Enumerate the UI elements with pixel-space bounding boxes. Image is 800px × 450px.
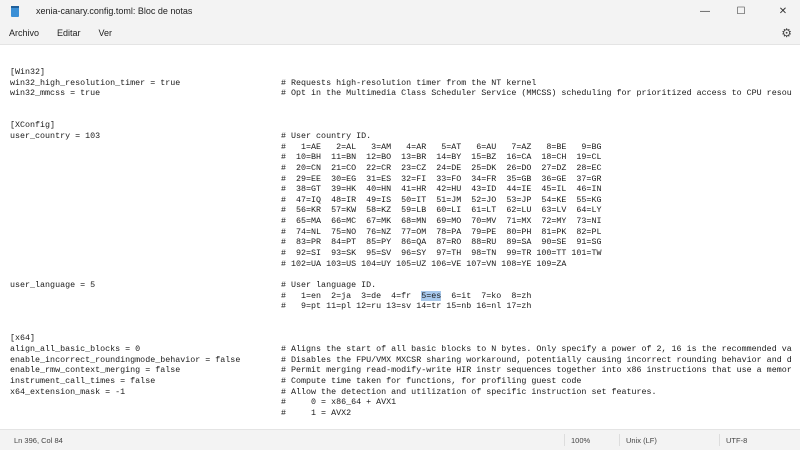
encoding: UTF-8 xyxy=(726,436,748,445)
section-header: [XConfig] xyxy=(10,120,800,131)
country-codes: # 47=IQ 48=IR 49=IS 50=IT 51=JM 52=JO 53… xyxy=(281,194,602,205)
config-comment: # Compute time taken for functions, for … xyxy=(281,375,582,386)
language-codes: # 9=pt 11=pl 12=ru 13=sv 14=tr 15=nb 16=… xyxy=(281,301,532,312)
divider xyxy=(619,434,620,446)
gear-icon[interactable]: ⚙ xyxy=(781,26,792,40)
divider xyxy=(564,434,565,446)
language-codes: # 1=en 2=ja 3=de 4=fr 5=es 6=it 7=ko 8=z… xyxy=(281,290,532,302)
section-header: [Win32] xyxy=(10,67,800,78)
country-row: # 20=CN 21=CO 22=CR 23=CZ 24=DE 25=DK 26… xyxy=(10,163,800,174)
country-codes: # 1=AE 2=AL 3=AM 4=AR 5=AT 6=AU 7=AZ 8=B… xyxy=(281,141,602,152)
country-row: # 74=NL 75=NO 76=NZ 77=OM 78=PA 79=PE 80… xyxy=(10,227,800,238)
cursor-position: Ln 396, Col 84 xyxy=(14,436,63,445)
config-line: x64_extension_mask = -1 # Allow the detec… xyxy=(10,387,800,398)
text-editor[interactable]: [Win32] win32_high_resolution_timer = tru… xyxy=(0,45,800,429)
country-row: # 83=PR 84=PT 85=PY 86=QA 87=RO 88=RU 89… xyxy=(10,237,800,248)
country-row: # 1=AE 2=AL 3=AM 4=AR 5=AT 6=AU 7=AZ 8=B… xyxy=(10,142,800,153)
country-row: # 47=IQ 48=IR 49=IS 50=IT 51=JM 52=JO 53… xyxy=(10,195,800,206)
config-key: user_language = 5 xyxy=(10,280,96,290)
config-comment: # Permit merging read-modify-write HIR i… xyxy=(281,365,792,376)
config-key: win32_mmcss = true xyxy=(10,88,101,99)
language-codes-text: # 1=en 2=ja 3=de 4=fr xyxy=(281,290,422,301)
config-comment: # Allow the detection and utilization of… xyxy=(281,386,657,397)
config-key: instrument_call_times = false xyxy=(10,375,156,386)
config-key: enable_rmw_context_merging = false xyxy=(10,365,181,376)
selected-text: 5=es xyxy=(421,290,442,301)
config-comment: # Aligns the start of all basic blocks t… xyxy=(281,343,792,354)
line-ending: Unix (LF) xyxy=(626,436,657,445)
config-key: win32_high_resolution_timer = true xyxy=(10,77,181,88)
country-codes: # 83=PR 84=PT 85=PY 86=QA 87=RO 88=RU 89… xyxy=(281,237,602,248)
title-bar: xenia-canary.config.toml: Bloc de notas … xyxy=(0,0,800,22)
config-key: user_country = 103 xyxy=(10,130,101,141)
country-row: # 65=MA 66=MC 67=MK 68=MN 69=MO 70=MV 71… xyxy=(10,216,800,227)
section-header-text: [XConfig] xyxy=(10,120,56,131)
config-line: win32_mmcss = true # Opt in the Multimedi… xyxy=(10,88,800,99)
config-comment: # User language ID. xyxy=(281,280,377,290)
section-header-text: [x64] xyxy=(10,333,36,344)
config-comment: # Opt in the Multimedia Class Scheduler … xyxy=(281,88,792,99)
config-line: win32_high_resolution_timer = true # Requ… xyxy=(10,78,800,89)
menu-bar: Archivo Editar Ver xyxy=(0,22,800,45)
menu-editar[interactable]: Editar xyxy=(48,28,90,38)
config-comment: # Disables the FPU/VMX MXCSR sharing wor… xyxy=(281,354,792,365)
country-codes: # 10=BH 11=BN 12=BO 13=BR 14=BY 15=BZ 16… xyxy=(281,152,602,163)
section-header-text: [Win32] xyxy=(10,67,46,77)
country-codes: # 74=NL 75=NO 76=NZ 77=OM 78=PA 79=PE 80… xyxy=(281,226,602,237)
section-header: [x64] xyxy=(10,333,800,344)
config-comment: # 1 = AVX2 xyxy=(281,407,352,418)
notepad-icon xyxy=(11,5,19,17)
language-row: # 9=pt 11=pl 12=ru 13=sv 14=tr 15=nb 16=… xyxy=(10,301,800,312)
status-bar: Ln 396, Col 84 100% Unix (LF) UTF-8 xyxy=(0,429,800,450)
country-codes: # 56=KR 57=KW 58=KZ 59=LB 60=LI 61=LT 62… xyxy=(281,205,602,216)
country-row: # 92=SI 93=SK 95=SV 96=SY 97=TH 98=TN 99… xyxy=(10,248,800,259)
country-row: # 102=UA 103=US 104=UY 105=UZ 106=VE 107… xyxy=(10,259,800,270)
language-row: # 1=en 2=ja 3=de 4=fr 5=es 6=it 7=ko 8=z… xyxy=(10,290,800,302)
divider xyxy=(719,434,720,446)
config-line: enable_incorrect_roundingmode_behavior =… xyxy=(10,355,800,366)
country-codes: # 102=UA 103=US 104=UY 105=UZ 106=VE 107… xyxy=(281,258,567,269)
country-row: # 10=BH 11=BN 12=BO 13=BR 14=BY 15=BZ 16… xyxy=(10,152,800,163)
country-row: # 29=EE 30=EG 31=ES 32=FI 33=FO 34=FR 35… xyxy=(10,174,800,185)
country-row: # 38=GT 39=HK 40=HN 41=HR 42=HU 43=ID 44… xyxy=(10,184,800,195)
close-button[interactable]: ✕ xyxy=(766,0,800,22)
menu-archivo[interactable]: Archivo xyxy=(0,28,48,38)
config-comment: # 0 = x86_64 + AVX1 xyxy=(281,397,397,408)
country-codes: # 20=CN 21=CO 22=CR 23=CZ 24=DE 25=DK 26… xyxy=(281,162,602,173)
country-codes: # 38=GT 39=HK 40=HN 41=HR 42=HU 43=ID 44… xyxy=(281,184,602,195)
window-title: xenia-canary.config.toml: Bloc de notas xyxy=(36,6,193,16)
maximize-button[interactable]: ☐ xyxy=(724,0,758,22)
language-codes-text: 6=it 7=ko 8=zh xyxy=(441,290,532,301)
config-comment: # Requests high-resolution timer from th… xyxy=(281,77,537,88)
config-line: # 1 = AVX2 xyxy=(10,408,800,419)
config-key: align_all_basic_blocks = 0 xyxy=(10,343,141,354)
menu-ver[interactable]: Ver xyxy=(90,28,122,38)
config-line: enable_rmw_context_merging = false # Perm… xyxy=(10,365,800,376)
config-key: enable_incorrect_roundingmode_behavior =… xyxy=(10,354,241,365)
config-line: align_all_basic_blocks = 0 # Aligns the s… xyxy=(10,344,800,355)
country-codes: # 65=MA 66=MC 67=MK 68=MN 69=MO 70=MV 71… xyxy=(281,216,602,227)
config-line: # 0 = x86_64 + AVX1 xyxy=(10,397,800,408)
country-codes: # 29=EE 30=EG 31=ES 32=FI 33=FO 34=FR 35… xyxy=(281,173,602,184)
config-line: instrument_call_times = false # Compute t… xyxy=(10,376,800,387)
minimize-button[interactable]: — xyxy=(688,0,722,22)
config-comment: # User country ID. xyxy=(281,130,372,141)
zoom-level: 100% xyxy=(571,436,591,445)
country-row: # 56=KR 57=KW 58=KZ 59=LB 60=LI 61=LT 62… xyxy=(10,205,800,216)
country-codes: # 92=SI 93=SK 95=SV 96=SY 97=TH 98=TN 99… xyxy=(281,248,602,259)
config-line: user_language = 5 # User language ID. xyxy=(10,280,800,291)
config-key: x64_extension_mask = -1 xyxy=(10,386,126,397)
config-line: user_country = 103 # User country ID. xyxy=(10,131,800,142)
